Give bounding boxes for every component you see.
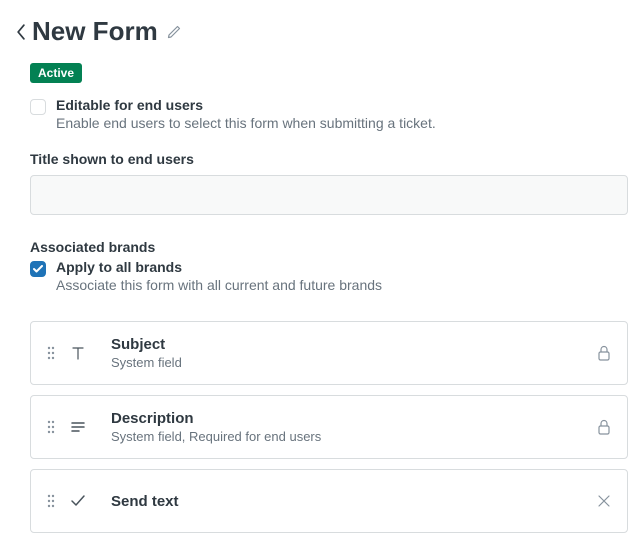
back-chevron-icon[interactable] [16,24,26,40]
title-input[interactable] [30,175,628,215]
page-header: New Form [16,16,628,47]
field-card[interactable]: Description System field, Required for en… [30,395,628,459]
apply-all-brands-checkbox[interactable] [30,261,46,277]
status-badge: Active [30,63,82,83]
lock-icon [597,345,611,361]
page-title: New Form [32,16,158,47]
apply-all-brands-label: Apply to all brands [56,259,628,275]
remove-field-icon[interactable] [597,494,611,508]
edit-pencil-icon[interactable] [166,24,182,40]
drag-handle-icon[interactable] [47,346,55,360]
editable-description: Enable end users to select this form whe… [56,115,628,131]
field-card[interactable]: Subject System field [30,321,628,385]
lock-icon [597,419,611,435]
title-section-label: Title shown to end users [30,151,628,167]
editable-checkbox[interactable] [30,99,46,115]
field-subtitle: System field [111,355,597,370]
editable-label: Editable for end users [56,97,628,113]
fields-list: Subject System field Description System fie… [30,321,628,533]
field-title: Description [111,410,597,427]
apply-all-brands-row: Apply to all brands Associate this form … [30,259,628,293]
apply-all-brands-description: Associate this form with all current and… [56,277,628,293]
editable-checkbox-row: Editable for end users Enable end users … [30,97,628,131]
brands-section-label: Associated brands [30,239,628,255]
drag-handle-icon[interactable] [47,420,55,434]
check-field-icon [69,492,87,510]
text-field-icon [69,344,87,362]
multiline-field-icon [69,418,87,436]
field-subtitle: System field, Required for end users [111,429,597,444]
field-card[interactable]: Send text [30,469,628,533]
field-title: Send text [111,493,597,510]
drag-handle-icon[interactable] [47,494,55,508]
field-title: Subject [111,336,597,353]
